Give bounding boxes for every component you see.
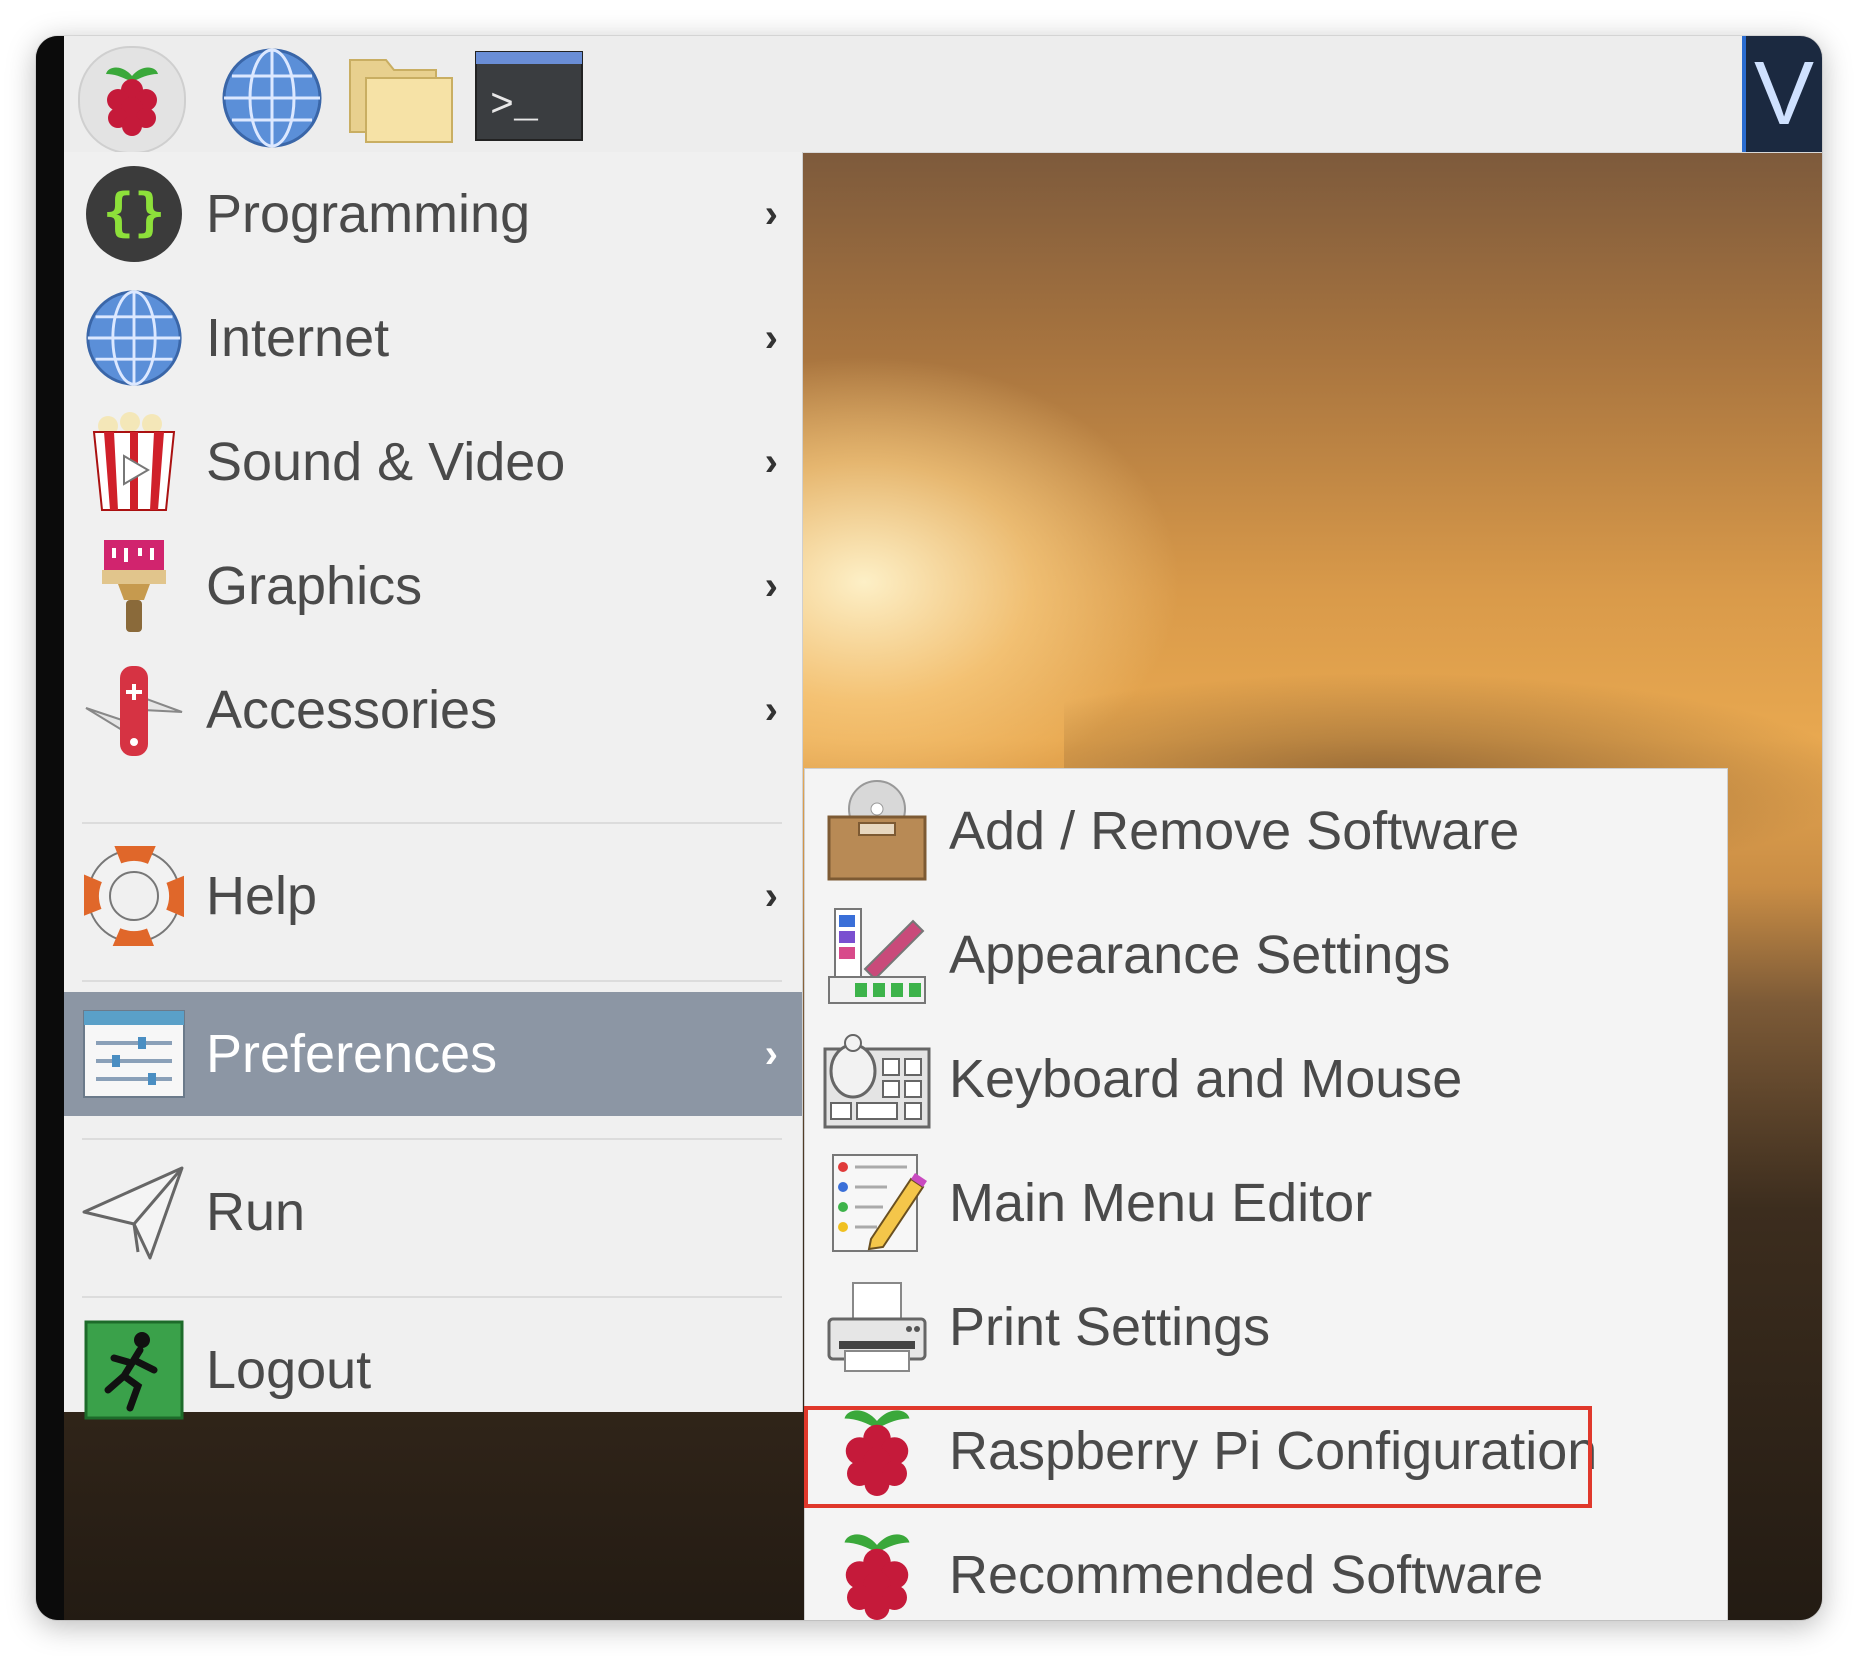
submenu-item-keyboard-and-mouse[interactable]: Keyboard and Mouse: [805, 1017, 1727, 1141]
menu-item-label: Logout: [206, 1340, 372, 1400]
raspberry-pi-icon: [823, 1521, 931, 1620]
submenu-item-appearance-settings[interactable]: Appearance Settings: [805, 893, 1727, 1017]
submenu-item-label: Raspberry Pi Configuration: [949, 1421, 1598, 1481]
preferences-submenu: Add / Remove Software Appearance Setting…: [804, 768, 1728, 1620]
menu-editor-pencil-icon: [823, 1149, 931, 1257]
web-browser-globe-icon[interactable]: [220, 46, 324, 150]
graphics-paintbrush-icon: [82, 534, 186, 638]
menu-item-logout[interactable]: Logout: [64, 1308, 802, 1432]
submenu-item-label: Appearance Settings: [949, 925, 1451, 985]
taskbar: >_ V: [64, 36, 1822, 154]
menu-item-internet[interactable]: Internet ›: [64, 276, 802, 400]
keyboard-mouse-icon: [823, 1025, 931, 1133]
internet-globe-icon: [82, 286, 186, 390]
submenu-arrow-icon: ›: [764, 439, 778, 484]
submenu-arrow-icon: ›: [764, 315, 778, 360]
submenu-arrow-icon: ›: [764, 1031, 778, 1076]
submenu-item-label: Print Settings: [949, 1297, 1271, 1357]
submenu-item-label: Recommended Software: [949, 1545, 1544, 1605]
raspberry-menu-icon[interactable]: [78, 46, 186, 154]
accessories-knife-icon: [82, 658, 186, 762]
submenu-item-raspberry-pi-configuration[interactable]: Raspberry Pi Configuration: [805, 1389, 1727, 1513]
menu-separator: [82, 980, 782, 982]
submenu-item-main-menu-editor[interactable]: Main Menu Editor: [805, 1141, 1727, 1265]
submenu-item-print-settings[interactable]: Print Settings: [805, 1265, 1727, 1389]
menu-item-label: Help: [206, 866, 318, 926]
help-lifebuoy-icon: [82, 844, 186, 948]
menu-item-label: Programming: [206, 184, 531, 244]
terminal-icon[interactable]: >_: [474, 50, 584, 142]
submenu-arrow-icon: ›: [764, 191, 778, 236]
menu-item-label: Accessories: [206, 680, 498, 740]
appearance-palette-icon: [823, 901, 931, 1009]
menu-separator: [82, 1138, 782, 1140]
submenu-arrow-icon: ›: [764, 873, 778, 918]
sound-video-popcorn-icon: [82, 410, 186, 514]
menu-item-preferences[interactable]: Preferences ›: [64, 992, 802, 1116]
menu-item-label: Graphics: [206, 556, 423, 616]
printer-icon: [823, 1273, 931, 1381]
preferences-sliders-icon: [82, 1002, 186, 1106]
submenu-arrow-icon: ›: [764, 687, 778, 732]
menu-item-label: Internet: [206, 308, 390, 368]
menu-item-graphics[interactable]: Graphics ›: [64, 524, 802, 648]
submenu-item-label: Add / Remove Software: [949, 801, 1520, 861]
partial-app-text: V: [1754, 44, 1815, 144]
menu-item-programming[interactable]: {} Programming ›: [64, 152, 802, 276]
submenu-arrow-icon: ›: [764, 563, 778, 608]
menu-item-label: Run: [206, 1182, 306, 1242]
menu-item-accessories[interactable]: Accessories ›: [64, 648, 802, 772]
menu-item-label: Sound & Video: [206, 432, 566, 492]
menu-item-sound-video[interactable]: Sound & Video ›: [64, 400, 802, 524]
menu-separator: [82, 822, 782, 824]
programming-braces-icon: {}: [82, 162, 186, 266]
main-menu: {} Programming › Internet › Sound & Vide…: [64, 152, 803, 1420]
terminal-prompt-glyph: >_: [490, 84, 539, 129]
run-paper-plane-icon: [82, 1160, 186, 1264]
menu-item-help[interactable]: Help ›: [64, 834, 802, 958]
submenu-item-label: Main Menu Editor: [949, 1173, 1373, 1233]
raspberry-pi-icon: [823, 1397, 931, 1505]
menu-item-run[interactable]: Run: [64, 1150, 802, 1274]
submenu-item-recommended-software[interactable]: Recommended Software: [805, 1513, 1727, 1620]
logout-exit-icon: [82, 1318, 186, 1422]
menu-separator: [82, 1296, 782, 1298]
file-manager-folder-icon[interactable]: [346, 52, 456, 144]
menu-item-label: Preferences: [206, 1024, 498, 1084]
package-box-icon: [823, 777, 931, 885]
submenu-item-label: Keyboard and Mouse: [949, 1049, 1463, 1109]
svg-text:{}: {}: [103, 183, 166, 243]
taskbar-partial-app-icon[interactable]: V: [1742, 36, 1822, 152]
submenu-item-add-remove-software[interactable]: Add / Remove Software: [805, 769, 1727, 893]
left-edge: [36, 36, 64, 1620]
screen-frame: >_ V {} Programming › Internet › Sound &…: [36, 36, 1822, 1620]
